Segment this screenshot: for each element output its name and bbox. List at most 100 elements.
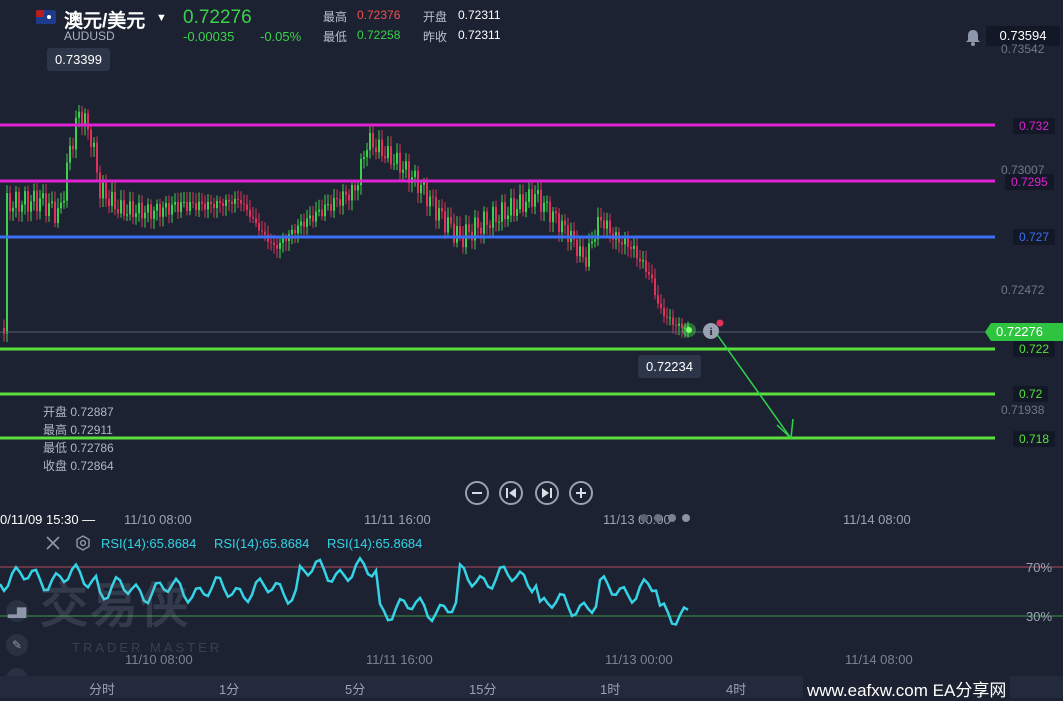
candle-body: [33, 190, 35, 202]
high-label: 最高: [323, 10, 348, 24]
candle-body: [390, 146, 392, 165]
candle-body: [366, 150, 368, 158]
price-axis-label: 0.73542: [1001, 42, 1045, 56]
candle-body: [102, 182, 104, 199]
timeframe-1m[interactable]: 1分: [219, 679, 239, 698]
close-icon[interactable]: [45, 535, 61, 551]
low-value: 0.72258: [357, 28, 401, 42]
level-tag-07295: 0.7295: [1005, 174, 1054, 190]
ohlc-low: 最低 0.72786: [43, 441, 114, 455]
candle-body: [60, 202, 62, 209]
ohlc-high: 最高 0.72911: [43, 423, 113, 437]
candle-body: [129, 201, 131, 215]
candle-body: [24, 191, 26, 205]
candle-body: [456, 226, 458, 243]
candle-body: [609, 220, 611, 234]
candle-body: [459, 226, 461, 236]
candle-body: [522, 194, 524, 212]
candle-body: [240, 199, 242, 204]
price-axis-label: 0.72472: [1001, 283, 1045, 297]
candle-body: [645, 260, 647, 272]
candle-body: [93, 142, 95, 148]
candle-body: [543, 202, 545, 212]
scroll-back-button[interactable]: [499, 481, 523, 505]
candle-body: [219, 200, 221, 203]
timeframe-5m[interactable]: 5分: [345, 679, 365, 698]
svg-text:i: i: [709, 326, 712, 338]
candle-body: [45, 193, 47, 217]
price-axis-label: 0.71938: [1001, 403, 1045, 417]
candle-body: [447, 217, 449, 233]
candle-body: [513, 198, 515, 216]
high-point-tooltip: 0.73399: [47, 48, 110, 71]
candle-body: [588, 243, 590, 267]
price-chart[interactable]: i: [0, 46, 1063, 506]
candle-body: [423, 182, 425, 185]
candle-body: [249, 209, 251, 218]
skip-back-icon: [506, 488, 516, 498]
candle-body: [42, 193, 44, 199]
indicator-tool-icon[interactable]: ▂▆: [6, 600, 28, 622]
timeframe-tick[interactable]: 分时: [89, 679, 115, 698]
timeframe-4h[interactable]: 4时: [726, 679, 746, 698]
level-tag-0722: 0.722: [1013, 341, 1056, 357]
candle-body: [258, 223, 260, 231]
candle-body: [420, 184, 422, 194]
crosshair-time: 0/11/09 15:30 —: [0, 512, 96, 527]
candle-body: [324, 204, 326, 217]
watermark-logo: 交易侠: [40, 580, 191, 633]
rsi-level-30: 30%: [1026, 609, 1053, 624]
time-axis-label: 11/14 08:00: [843, 512, 911, 527]
time-axis-label: 11/11 16:00: [364, 512, 431, 527]
candle-body: [297, 225, 299, 234]
price-change: -0.00035: [183, 29, 235, 44]
settings-icon[interactable]: [75, 535, 91, 551]
plus-icon: [576, 488, 586, 498]
candle-body: [168, 202, 170, 215]
candle-body: [657, 295, 659, 304]
candle-body: [285, 238, 287, 242]
timeframe-1h[interactable]: 1时: [600, 679, 620, 698]
chevron-down-icon[interactable]: ▼: [156, 12, 167, 24]
candle-body: [669, 317, 671, 319]
candle-body: [642, 260, 644, 262]
candle-body: [378, 139, 380, 153]
candle-body: [204, 203, 206, 210]
rsi-time-label: 11/11 16:00: [366, 652, 433, 667]
candle-body: [498, 221, 500, 223]
candle-body: [198, 201, 200, 211]
candle-body: [600, 216, 602, 221]
candle-body: [132, 201, 134, 218]
candle-body: [252, 217, 254, 219]
candle-body: [276, 244, 278, 249]
candle-body: [165, 202, 167, 208]
candle-body: [561, 220, 563, 233]
candle-body: [21, 204, 23, 212]
low-point-tooltip: 0.72234: [638, 355, 701, 378]
bell-icon[interactable]: [962, 26, 984, 48]
scroll-forward-button[interactable]: [535, 481, 559, 505]
quote-header: 澳元/美元 ▼ AUDUSD 0.72276 -0.00035 -0.05% 最…: [0, 0, 1063, 46]
candle-body: [195, 202, 197, 211]
candle-body: [186, 201, 188, 211]
candle-body: [387, 146, 389, 159]
candle-body: [201, 201, 203, 204]
draw-pencil-icon[interactable]: ✎: [6, 634, 28, 656]
candle-body: [414, 170, 416, 178]
candle-body: [585, 257, 587, 267]
candle-body: [369, 132, 371, 151]
zoom-in-button[interactable]: [569, 481, 593, 505]
loading-dots: [640, 514, 690, 522]
candle-body: [516, 209, 518, 216]
high-value: 0.72376: [357, 8, 401, 22]
zoom-out-button[interactable]: [465, 481, 489, 505]
candle-body: [96, 142, 98, 173]
candle-body: [405, 161, 407, 170]
candle-body: [510, 198, 512, 216]
candle-body: [72, 145, 74, 150]
candle-body: [426, 182, 428, 207]
candle-body: [15, 191, 17, 208]
candle-body: [477, 217, 479, 228]
australia-flag-icon: [36, 10, 56, 24]
timeframe-15m[interactable]: 15分: [469, 679, 496, 698]
